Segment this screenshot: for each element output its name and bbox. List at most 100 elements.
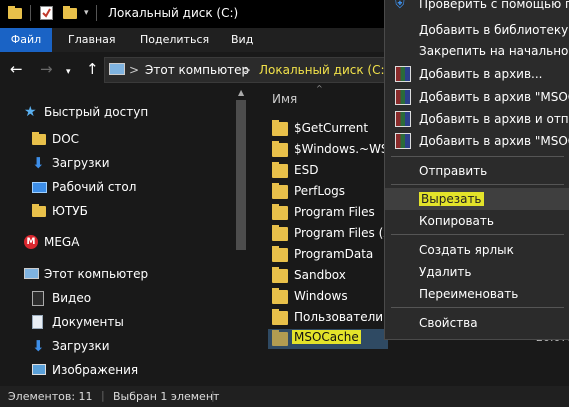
folder-icon xyxy=(272,204,288,220)
winrar-icon xyxy=(395,111,411,127)
menu-item-add-to-archive[interactable]: Добавить в архив... xyxy=(385,63,569,85)
menu-item-copy[interactable]: Копировать xyxy=(385,210,569,232)
tab-file[interactable]: Файл xyxy=(0,28,52,52)
list-item[interactable]: ESD xyxy=(272,161,392,181)
context-menu: ⛨ Проверить с помощью про Добавить в биб… xyxy=(384,0,569,340)
menu-item-cut[interactable]: Вырезать xyxy=(385,188,569,210)
folder-icon xyxy=(272,330,288,346)
sidebar-scrollbar-thumb[interactable] xyxy=(236,100,246,250)
defender-icon: ⛨ xyxy=(395,0,405,12)
file-name: Windows xyxy=(294,289,348,303)
sidebar-item-label: MEGA xyxy=(44,235,80,249)
file-name-text: MSOCache xyxy=(292,330,361,344)
forward-arrow-icon[interactable]: → xyxy=(40,61,53,77)
tab-home[interactable]: Главная xyxy=(68,28,116,52)
menu-item-label: Добавить в архив "MSOCac xyxy=(419,134,569,148)
tab-view[interactable]: Вид xyxy=(231,28,253,52)
file-name: ESD xyxy=(294,163,319,177)
sidebar-item-label: Видео xyxy=(52,291,92,305)
folder-icon xyxy=(272,141,288,157)
column-header-name[interactable]: Имя xyxy=(272,92,297,106)
recent-locations-icon[interactable]: ▾ xyxy=(66,64,71,80)
list-item-selected[interactable]: MSOCache xyxy=(268,329,388,349)
breadcrumb-local-disk-label: Локальный диск (C:) xyxy=(259,63,390,77)
menu-item-label: Создать ярлык xyxy=(419,243,514,257)
status-divider: | xyxy=(101,389,105,402)
download-icon: ⬇ xyxy=(32,154,45,172)
window-title: Локальный диск (C:) xyxy=(108,6,239,20)
folder-icon xyxy=(32,204,46,217)
list-item[interactable]: Windows xyxy=(272,287,392,307)
documents-icon xyxy=(32,315,43,329)
list-item[interactable]: Program Files xyxy=(272,203,392,223)
menu-item-scan-defender[interactable]: ⛨ Проверить с помощью про xyxy=(385,0,569,15)
new-folder-icon[interactable] xyxy=(63,6,77,19)
menu-item-rename[interactable]: Переименовать xyxy=(385,283,569,305)
sidebar-item-label: Загрузки xyxy=(52,156,110,170)
menu-item-create-shortcut[interactable]: Создать ярлык xyxy=(385,239,569,261)
sidebar-item-label: Быстрый доступ xyxy=(44,105,149,119)
file-name: $Windows.~WS xyxy=(294,142,389,156)
menu-separator xyxy=(391,156,564,157)
menu-item-add-to-library[interactable]: Добавить в библиотеку xyxy=(385,19,569,41)
up-arrow-icon[interactable]: ↑ xyxy=(86,61,99,77)
folder-icon xyxy=(272,267,288,283)
menu-item-add-to-named-archive[interactable]: Добавить в архив "MSOCach xyxy=(385,86,569,108)
breadcrumb-this-pc[interactable]: Этот компьютер xyxy=(145,63,249,77)
item-count: Элементов: 11 xyxy=(8,390,93,403)
menu-item-pin-to-start[interactable]: Закрепить на начальном э xyxy=(385,40,569,62)
tab-share[interactable]: Поделиться xyxy=(140,28,209,52)
sidebar-item-label: ЮТУБ xyxy=(52,204,88,218)
menu-item-delete[interactable]: Удалить xyxy=(385,261,569,283)
list-item[interactable]: Sandbox xyxy=(272,266,392,286)
list-item[interactable]: Пользователи xyxy=(272,308,392,328)
file-name: $GetCurrent xyxy=(294,121,369,135)
list-item[interactable]: PerfLogs xyxy=(272,182,392,202)
file-name: Program Files xyxy=(294,205,375,219)
menu-item-label: Копировать xyxy=(419,214,494,228)
file-name: Sandbox xyxy=(294,268,346,282)
menu-item-archive-and-send[interactable]: Добавить в архив и отправи xyxy=(385,108,569,130)
pictures-icon xyxy=(32,364,46,375)
sidebar-item-label: Рабочий стол xyxy=(52,180,137,194)
menu-item-send-to[interactable]: Отправить xyxy=(385,160,569,182)
scroll-up-icon[interactable]: ▲ xyxy=(238,88,244,97)
sidebar-item-label: DOC xyxy=(52,132,80,146)
divider xyxy=(30,5,31,21)
list-item[interactable]: $GetCurrent xyxy=(272,119,392,139)
selection-count: Выбран 1 элемент xyxy=(113,390,220,403)
menu-item-label: Вырезать xyxy=(419,192,484,206)
computer-icon xyxy=(24,268,39,279)
file-name: ProgramData xyxy=(294,247,374,261)
list-item[interactable]: $Windows.~WS xyxy=(272,140,392,160)
winrar-icon xyxy=(395,133,411,149)
menu-item-label: Свойства xyxy=(419,316,478,330)
list-item[interactable]: Program Files (x8 xyxy=(272,224,398,244)
desktop-icon xyxy=(32,182,47,193)
divider xyxy=(96,5,97,21)
breadcrumb-separator: > xyxy=(241,63,252,77)
winrar-icon xyxy=(395,89,411,105)
folder-icon xyxy=(272,120,288,136)
folder-icon xyxy=(272,288,288,304)
back-arrow-icon[interactable]: ← xyxy=(10,61,23,77)
breadcrumb-local-disk[interactable]: Локальный диск (C:) xyxy=(257,63,391,77)
folder-icon xyxy=(32,132,46,145)
folder-icon xyxy=(272,246,288,262)
menu-item-label: Добавить в библиотеку xyxy=(419,23,569,37)
file-name: MSOCache xyxy=(292,330,361,344)
sidebar-item-label: Изображения xyxy=(52,363,139,377)
properties-icon[interactable] xyxy=(40,6,53,20)
menu-item-archive-named-and-send[interactable]: Добавить в архив "MSOCac xyxy=(385,130,569,152)
menu-item-label: Добавить в архив... xyxy=(419,67,543,81)
menu-item-label: Добавить в архив "MSOCach xyxy=(419,90,569,104)
breadcrumb-separator: > xyxy=(129,63,140,77)
computer-icon xyxy=(109,63,125,75)
folder-icon xyxy=(272,162,288,178)
menu-item-properties[interactable]: Свойства xyxy=(385,312,569,334)
address-bar[interactable]: > Этот компьютер > Локальный диск (C:) xyxy=(104,57,406,83)
list-item[interactable]: ProgramData xyxy=(272,245,392,265)
menu-separator xyxy=(391,307,564,308)
menu-separator xyxy=(391,184,564,185)
quick-access-dropdown-icon[interactable]: ▾ xyxy=(84,8,89,18)
